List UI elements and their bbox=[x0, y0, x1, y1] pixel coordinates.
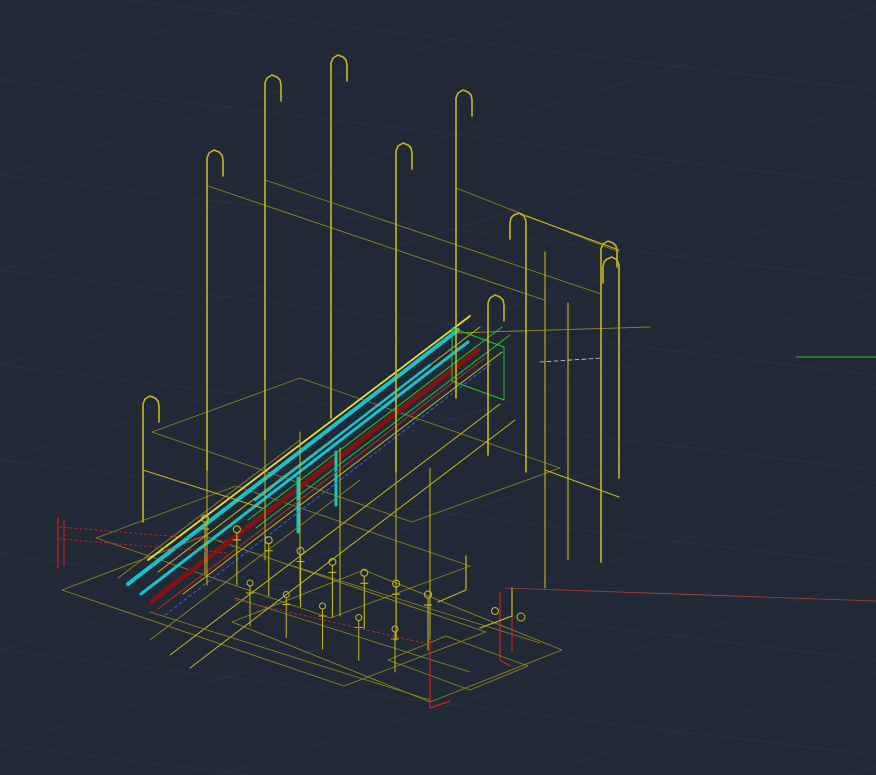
cad-drawing-canvas[interactable] bbox=[0, 0, 876, 775]
pipe-dark-red[interactable] bbox=[149, 347, 481, 604]
pipe-green[interactable] bbox=[255, 334, 511, 529]
grid-line bbox=[0, 386, 876, 651]
valve-row-wheel[interactable] bbox=[264, 536, 273, 545]
lower-rack-pipe[interactable] bbox=[149, 479, 361, 641]
grid-line bbox=[120, 0, 876, 91]
vent-riser[interactable] bbox=[330, 54, 348, 419]
valve-row-wheel[interactable] bbox=[232, 525, 241, 534]
grid-line bbox=[214, 576, 876, 775]
lower-rack-pipe[interactable] bbox=[189, 419, 516, 669]
frame-connector-pipe[interactable] bbox=[525, 215, 620, 251]
ceiling-pipe-run[interactable] bbox=[264, 179, 602, 295]
dashed-line-white[interactable] bbox=[539, 357, 603, 363]
grid-line bbox=[0, 0, 586, 176]
rack-pipe[interactable] bbox=[182, 351, 503, 595]
cad-model-viewport[interactable] bbox=[0, 0, 876, 775]
grid-line bbox=[531, 671, 876, 775]
grid-line bbox=[0, 0, 269, 81]
vent-riser[interactable] bbox=[600, 240, 618, 563]
lower-rack-pipe[interactable] bbox=[169, 403, 501, 656]
valve-row-wheel[interactable] bbox=[319, 602, 326, 610]
vent-riser[interactable] bbox=[206, 149, 224, 471]
grid-line bbox=[0, 101, 876, 366]
duct-cyan-main[interactable] bbox=[126, 328, 460, 586]
vent-riser[interactable] bbox=[509, 212, 527, 473]
floor-outline[interactable] bbox=[387, 635, 529, 691]
grid-line bbox=[0, 649, 876, 756]
vent-riser[interactable] bbox=[487, 294, 505, 456]
lower-cross-pipe[interactable] bbox=[149, 611, 431, 701]
valve-row-wheel[interactable] bbox=[355, 614, 363, 621]
grid-line bbox=[0, 291, 876, 556]
construction-line-red[interactable] bbox=[504, 587, 876, 602]
floor-outline[interactable] bbox=[61, 535, 487, 687]
red-drop-line[interactable] bbox=[499, 591, 511, 667]
valve-row-wheel[interactable] bbox=[296, 547, 305, 556]
lower-cross-pipe[interactable] bbox=[289, 564, 541, 644]
grid-line bbox=[0, 6, 876, 271]
vent-riser[interactable] bbox=[264, 74, 282, 441]
vent-riser[interactable] bbox=[602, 256, 620, 479]
valve-wheel[interactable] bbox=[491, 607, 499, 615]
pipe-green[interactable] bbox=[247, 326, 503, 521]
grid-line bbox=[848, 766, 876, 775]
grid-line bbox=[0, 554, 876, 661]
grid-line bbox=[0, 744, 255, 775]
grid-line bbox=[0, 79, 876, 186]
grid-line bbox=[0, 196, 876, 461]
